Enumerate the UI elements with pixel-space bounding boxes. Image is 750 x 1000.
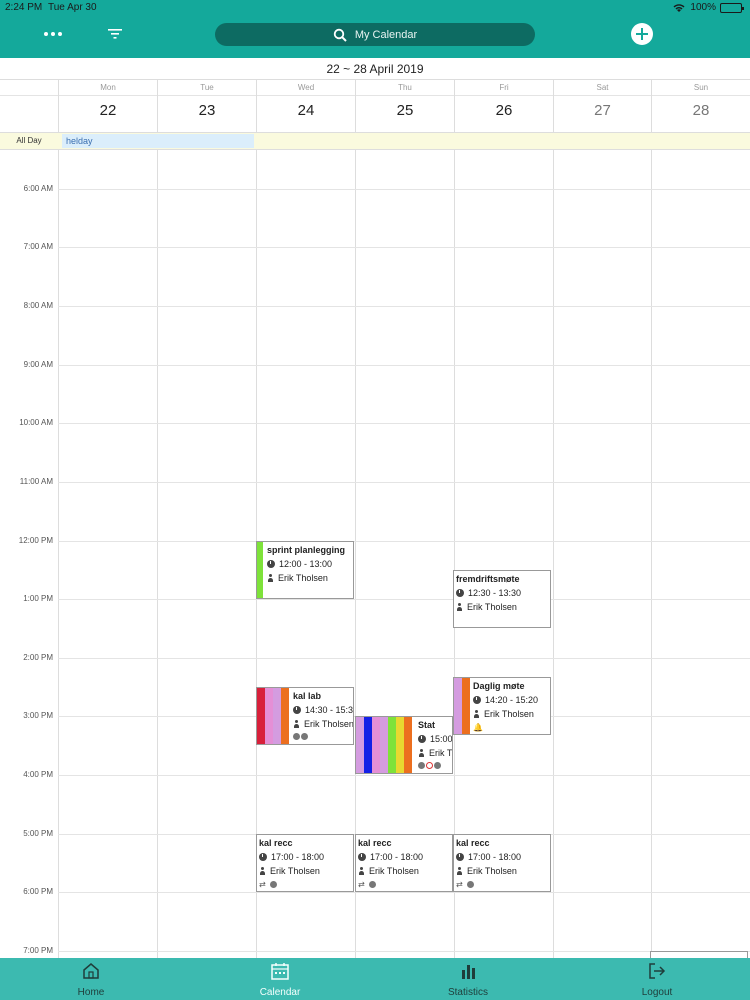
clock-icon — [456, 589, 464, 597]
tab-statistics[interactable]: Statistics — [408, 958, 528, 1000]
event-sunday-partial[interactable] — [650, 951, 748, 958]
person-icon — [418, 749, 425, 757]
event-kal-recc[interactable]: kal recc 17:00 - 18:00 Erik Tholsen ⇄ — [453, 834, 551, 892]
time-label: 6:00 PM — [23, 887, 53, 896]
time-label: 7:00 PM — [23, 946, 53, 955]
search-placeholder: My Calendar — [354, 28, 418, 41]
time-label: 5:00 PM — [23, 829, 53, 838]
time-label: 2:00 PM — [23, 653, 53, 662]
person-icon — [293, 720, 300, 728]
search-bar[interactable]: My Calendar — [215, 23, 535, 46]
alarm-icon — [426, 762, 433, 769]
clock-icon — [418, 735, 426, 743]
event-fremdriftsmote[interactable]: fremdriftsmøte 12:30 - 13:30 Erik Tholse… — [453, 570, 551, 628]
clock-icon — [456, 853, 464, 861]
wifi-icon — [673, 3, 685, 12]
time-label: 4:00 PM — [23, 770, 53, 779]
event-daglig-mote[interactable]: Daglig møte 14:20 - 15:20 Erik Tholsen 🔔 — [453, 677, 551, 735]
battery-percent: 100% — [690, 2, 716, 13]
search-icon — [333, 28, 347, 42]
bar-chart-icon — [462, 965, 475, 979]
week-grid[interactable]: 6:00 AM 7:00 AM 8:00 AM 9:00 AM 10:00 AM… — [0, 150, 750, 958]
logout-icon — [649, 963, 666, 979]
tab-logout[interactable]: Logout — [597, 958, 717, 1000]
day-header-fri[interactable]: Fri 26 — [454, 80, 553, 132]
all-day-row: All Day helday — [0, 132, 750, 150]
top-bar: 2:24 PM Tue Apr 30 100% My Calendar — [0, 0, 750, 58]
day-header-thu[interactable]: Thu 25 — [355, 80, 454, 132]
person-icon — [358, 867, 365, 875]
all-day-event[interactable]: helday — [62, 134, 254, 148]
person-icon — [473, 710, 480, 718]
clock-icon — [473, 696, 481, 704]
clock-icon — [267, 560, 275, 568]
info-icon — [434, 762, 441, 769]
time-label: 12:00 PM — [18, 536, 53, 545]
person-icon — [267, 574, 274, 582]
info-icon — [269, 881, 277, 888]
clock-icon — [259, 853, 267, 861]
time-label: 7:00 AM — [23, 242, 53, 251]
person-icon — [456, 867, 463, 875]
status-date: Tue Apr 30 — [48, 2, 97, 13]
person-icon — [259, 867, 266, 875]
time-label: 1:00 PM — [23, 594, 53, 603]
battery-icon — [720, 2, 744, 13]
day-header-sun[interactable]: Sun 28 — [651, 80, 750, 132]
info-icon — [301, 733, 308, 740]
repeat-icon: ⇄ — [456, 880, 463, 889]
day-header-tue[interactable]: Tue 23 — [157, 80, 256, 132]
event-kal-recc[interactable]: kal recc 17:00 - 18:00 Erik Tholsen ⇄ — [355, 834, 453, 892]
time-label: 9:00 AM — [23, 360, 53, 369]
time-label: 3:00 PM — [23, 711, 53, 720]
person-icon — [456, 603, 463, 611]
repeat-icon: ⇄ — [358, 880, 365, 889]
filter-icon[interactable] — [106, 27, 124, 41]
plus-icon — [636, 28, 648, 40]
tab-home[interactable]: Home — [31, 958, 151, 1000]
info-icon — [368, 881, 376, 888]
event-kal-recc[interactable]: kal recc 17:00 - 18:00 Erik Tholsen ⇄ — [256, 834, 354, 892]
globe-icon — [293, 733, 300, 740]
day-header-sat[interactable]: Sat 27 — [553, 80, 651, 132]
clock-icon — [358, 853, 366, 861]
status-bar: 2:24 PM Tue Apr 30 100% — [0, 0, 750, 14]
all-day-label: All Day — [16, 136, 42, 145]
day-header-mon[interactable]: Mon 22 — [58, 80, 157, 132]
time-label: 11:00 AM — [19, 477, 53, 486]
tab-bar: Home Calendar Statistics Logout — [0, 958, 750, 1000]
home-icon — [83, 963, 99, 979]
tab-calendar[interactable]: Calendar — [220, 958, 340, 1000]
calendar-icon — [271, 963, 289, 980]
status-time: 2:24 PM — [5, 2, 43, 13]
bell-icon: 🔔 — [473, 723, 483, 732]
info-icon — [466, 881, 474, 888]
event-kal-lab[interactable]: kal lab 14:30 - 15:3 Erik Tholsen — [256, 687, 354, 745]
repeat-icon: ⇄ — [259, 880, 266, 889]
globe-icon — [418, 762, 425, 769]
clock-icon — [293, 706, 301, 714]
event-stat[interactable]: Stat 15:00 Erik T — [355, 716, 453, 774]
time-label: 8:00 AM — [23, 301, 53, 310]
day-header-wed[interactable]: Wed 24 — [256, 80, 355, 132]
time-label: 10:00 AM — [19, 418, 53, 427]
status-right: 100% — [672, 2, 744, 13]
time-label: 6:00 AM — [23, 184, 53, 193]
add-event-button[interactable] — [631, 23, 653, 45]
event-sprint-planlegging[interactable]: sprint planlegging 12:00 - 13:00 Erik Th… — [256, 541, 354, 599]
more-menu-icon[interactable] — [44, 29, 64, 39]
week-title: 22 ~ 28 April 2019 — [0, 58, 750, 80]
